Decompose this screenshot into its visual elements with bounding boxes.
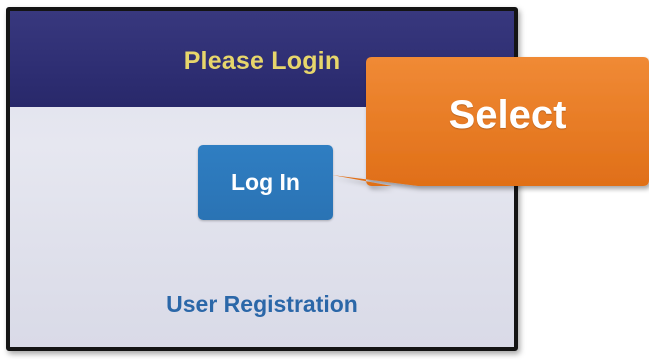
select-callout: Select (332, 57, 649, 186)
user-registration-link[interactable]: User Registration (10, 291, 514, 318)
screenshot-canvas: Please Login Log In User Registration Se… (0, 0, 649, 360)
callout-label: Select (448, 93, 567, 137)
log-in-button[interactable]: Log In (198, 145, 333, 220)
